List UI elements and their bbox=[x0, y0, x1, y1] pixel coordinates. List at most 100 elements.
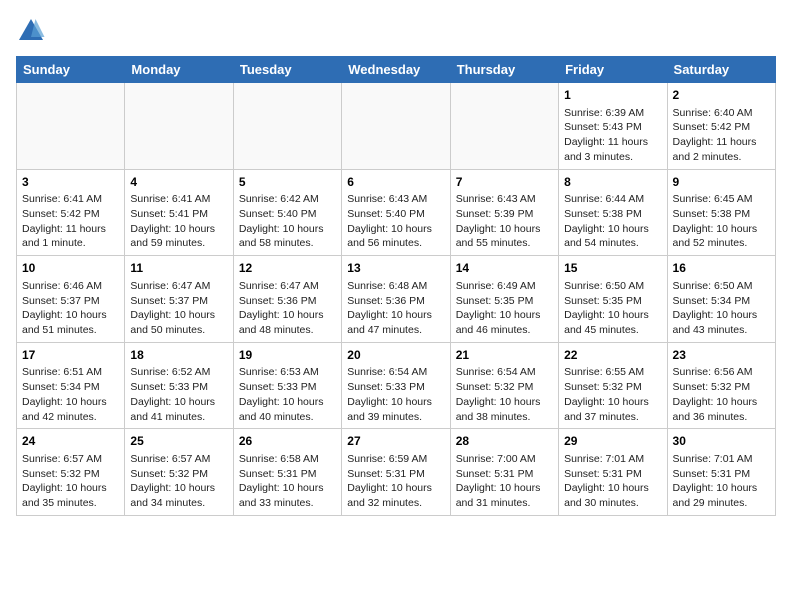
calendar-cell: 28 Sunrise: 7:00 AM Sunset: 5:31 PM Dayli… bbox=[450, 429, 558, 516]
calendar-cell bbox=[125, 83, 233, 170]
day-info: Sunrise: 6:58 AM Sunset: 5:31 PM Dayligh… bbox=[239, 452, 336, 511]
day-number: 8 bbox=[564, 174, 661, 191]
calendar-cell: 11 Sunrise: 6:47 AM Sunset: 5:37 PM Dayli… bbox=[125, 256, 233, 343]
calendar-cell: 6Sunrise: 6:43 AM Sunset: 5:40 PM Daylig… bbox=[342, 169, 450, 256]
calendar-header-friday: Friday bbox=[559, 57, 667, 83]
calendar-cell: 19Sunrise: 6:53 AM Sunset: 5:33 PM Dayli… bbox=[233, 342, 341, 429]
day-info: Sunrise: 6:51 AM Sunset: 5:34 PM Dayligh… bbox=[22, 365, 119, 424]
calendar-cell: 18Sunrise: 6:52 AM Sunset: 5:33 PM Dayli… bbox=[125, 342, 233, 429]
day-number: 13 bbox=[347, 260, 444, 277]
day-info: Sunrise: 6:42 AM Sunset: 5:40 PM Dayligh… bbox=[239, 192, 336, 251]
calendar-cell: 17Sunrise: 6:51 AM Sunset: 5:34 PM Dayli… bbox=[17, 342, 125, 429]
day-number: 30 bbox=[673, 433, 770, 450]
day-info: Sunrise: 6:54 AM Sunset: 5:32 PM Dayligh… bbox=[456, 365, 553, 424]
day-number: 27 bbox=[347, 433, 444, 450]
day-number: 29 bbox=[564, 433, 661, 450]
day-number: 23 bbox=[673, 347, 770, 364]
day-info: Sunrise: 6:59 AM Sunset: 5:31 PM Dayligh… bbox=[347, 452, 444, 511]
day-info: Sunrise: 6:55 AM Sunset: 5:32 PM Dayligh… bbox=[564, 365, 661, 424]
calendar-cell: 27 Sunrise: 6:59 AM Sunset: 5:31 PM Dayli… bbox=[342, 429, 450, 516]
day-info: Sunrise: 6:47 AM Sunset: 5:37 PM Dayligh… bbox=[130, 279, 227, 338]
calendar-cell bbox=[17, 83, 125, 170]
day-info: Sunrise: 6:40 AM Sunset: 5:42 PM Dayligh… bbox=[673, 106, 770, 165]
calendar-cell: 5Sunrise: 6:42 AM Sunset: 5:40 PM Daylig… bbox=[233, 169, 341, 256]
calendar-cell: 15 Sunrise: 6:50 AM Sunset: 5:35 PM Dayli… bbox=[559, 256, 667, 343]
calendar-cell: 25 Sunrise: 6:57 AM Sunset: 5:32 PM Dayli… bbox=[125, 429, 233, 516]
day-number: 22 bbox=[564, 347, 661, 364]
day-number: 19 bbox=[239, 347, 336, 364]
day-number: 7 bbox=[456, 174, 553, 191]
calendar-cell: 4Sunrise: 6:41 AM Sunset: 5:41 PM Daylig… bbox=[125, 169, 233, 256]
calendar-cell: 14 Sunrise: 6:49 AM Sunset: 5:35 PM Dayli… bbox=[450, 256, 558, 343]
day-info: Sunrise: 6:57 AM Sunset: 5:32 PM Dayligh… bbox=[130, 452, 227, 511]
day-info: Sunrise: 7:00 AM Sunset: 5:31 PM Dayligh… bbox=[456, 452, 553, 511]
day-info: Sunrise: 6:47 AM Sunset: 5:36 PM Dayligh… bbox=[239, 279, 336, 338]
calendar-cell: 22Sunrise: 6:55 AM Sunset: 5:32 PM Dayli… bbox=[559, 342, 667, 429]
day-number: 28 bbox=[456, 433, 553, 450]
calendar-week-3: 10 Sunrise: 6:46 AM Sunset: 5:37 PM Dayli… bbox=[17, 256, 776, 343]
day-number: 10 bbox=[22, 260, 119, 277]
calendar-header-tuesday: Tuesday bbox=[233, 57, 341, 83]
calendar-cell: 23Sunrise: 6:56 AM Sunset: 5:32 PM Dayli… bbox=[667, 342, 775, 429]
day-info: Sunrise: 6:46 AM Sunset: 5:37 PM Dayligh… bbox=[22, 279, 119, 338]
day-info: Sunrise: 6:45 AM Sunset: 5:38 PM Dayligh… bbox=[673, 192, 770, 251]
day-info: Sunrise: 6:43 AM Sunset: 5:40 PM Dayligh… bbox=[347, 192, 444, 251]
calendar-week-4: 17Sunrise: 6:51 AM Sunset: 5:34 PM Dayli… bbox=[17, 342, 776, 429]
day-number: 25 bbox=[130, 433, 227, 450]
calendar-cell: 10 Sunrise: 6:46 AM Sunset: 5:37 PM Dayli… bbox=[17, 256, 125, 343]
day-number: 14 bbox=[456, 260, 553, 277]
day-number: 12 bbox=[239, 260, 336, 277]
day-info: Sunrise: 6:48 AM Sunset: 5:36 PM Dayligh… bbox=[347, 279, 444, 338]
day-number: 9 bbox=[673, 174, 770, 191]
day-number: 5 bbox=[239, 174, 336, 191]
day-number: 20 bbox=[347, 347, 444, 364]
day-info: Sunrise: 6:56 AM Sunset: 5:32 PM Dayligh… bbox=[673, 365, 770, 424]
day-info: Sunrise: 6:49 AM Sunset: 5:35 PM Dayligh… bbox=[456, 279, 553, 338]
calendar-header-sunday: Sunday bbox=[17, 57, 125, 83]
logo bbox=[16, 16, 50, 46]
calendar-week-2: 3Sunrise: 6:41 AM Sunset: 5:42 PM Daylig… bbox=[17, 169, 776, 256]
day-number: 4 bbox=[130, 174, 227, 191]
day-number: 18 bbox=[130, 347, 227, 364]
day-number: 11 bbox=[130, 260, 227, 277]
logo-icon bbox=[16, 16, 46, 46]
day-number: 15 bbox=[564, 260, 661, 277]
day-info: Sunrise: 6:43 AM Sunset: 5:39 PM Dayligh… bbox=[456, 192, 553, 251]
calendar-cell: 16Sunrise: 6:50 AM Sunset: 5:34 PM Dayli… bbox=[667, 256, 775, 343]
calendar-cell bbox=[342, 83, 450, 170]
calendar-week-1: 1Sunrise: 6:39 AM Sunset: 5:43 PM Daylig… bbox=[17, 83, 776, 170]
day-number: 16 bbox=[673, 260, 770, 277]
calendar-cell bbox=[450, 83, 558, 170]
calendar-cell bbox=[233, 83, 341, 170]
day-info: Sunrise: 6:41 AM Sunset: 5:42 PM Dayligh… bbox=[22, 192, 119, 251]
calendar-cell: 7Sunrise: 6:43 AM Sunset: 5:39 PM Daylig… bbox=[450, 169, 558, 256]
calendar-cell: 21Sunrise: 6:54 AM Sunset: 5:32 PM Dayli… bbox=[450, 342, 558, 429]
day-number: 3 bbox=[22, 174, 119, 191]
day-info: Sunrise: 6:53 AM Sunset: 5:33 PM Dayligh… bbox=[239, 365, 336, 424]
day-number: 6 bbox=[347, 174, 444, 191]
day-info: Sunrise: 6:52 AM Sunset: 5:33 PM Dayligh… bbox=[130, 365, 227, 424]
calendar-cell: 20Sunrise: 6:54 AM Sunset: 5:33 PM Dayli… bbox=[342, 342, 450, 429]
day-info: Sunrise: 6:41 AM Sunset: 5:41 PM Dayligh… bbox=[130, 192, 227, 251]
day-info: Sunrise: 7:01 AM Sunset: 5:31 PM Dayligh… bbox=[564, 452, 661, 511]
calendar-cell: 8Sunrise: 6:44 AM Sunset: 5:38 PM Daylig… bbox=[559, 169, 667, 256]
day-info: Sunrise: 6:39 AM Sunset: 5:43 PM Dayligh… bbox=[564, 106, 661, 165]
day-info: Sunrise: 6:44 AM Sunset: 5:38 PM Dayligh… bbox=[564, 192, 661, 251]
calendar-cell: 13 Sunrise: 6:48 AM Sunset: 5:36 PM Dayli… bbox=[342, 256, 450, 343]
calendar-header-wednesday: Wednesday bbox=[342, 57, 450, 83]
day-info: Sunrise: 7:01 AM Sunset: 5:31 PM Dayligh… bbox=[673, 452, 770, 511]
calendar-week-5: 24Sunrise: 6:57 AM Sunset: 5:32 PM Dayli… bbox=[17, 429, 776, 516]
day-info: Sunrise: 6:50 AM Sunset: 5:35 PM Dayligh… bbox=[564, 279, 661, 338]
day-number: 17 bbox=[22, 347, 119, 364]
calendar-cell: 24Sunrise: 6:57 AM Sunset: 5:32 PM Dayli… bbox=[17, 429, 125, 516]
calendar-header-row: SundayMondayTuesdayWednesdayThursdayFrid… bbox=[17, 57, 776, 83]
calendar-header-monday: Monday bbox=[125, 57, 233, 83]
calendar-cell: 30 Sunrise: 7:01 AM Sunset: 5:31 PM Dayli… bbox=[667, 429, 775, 516]
day-number: 26 bbox=[239, 433, 336, 450]
calendar-cell: 29 Sunrise: 7:01 AM Sunset: 5:31 PM Dayli… bbox=[559, 429, 667, 516]
calendar-header-saturday: Saturday bbox=[667, 57, 775, 83]
calendar-cell: 9Sunrise: 6:45 AM Sunset: 5:38 PM Daylig… bbox=[667, 169, 775, 256]
day-info: Sunrise: 6:57 AM Sunset: 5:32 PM Dayligh… bbox=[22, 452, 119, 511]
calendar-cell: 26 Sunrise: 6:58 AM Sunset: 5:31 PM Dayli… bbox=[233, 429, 341, 516]
calendar-cell: 1Sunrise: 6:39 AM Sunset: 5:43 PM Daylig… bbox=[559, 83, 667, 170]
